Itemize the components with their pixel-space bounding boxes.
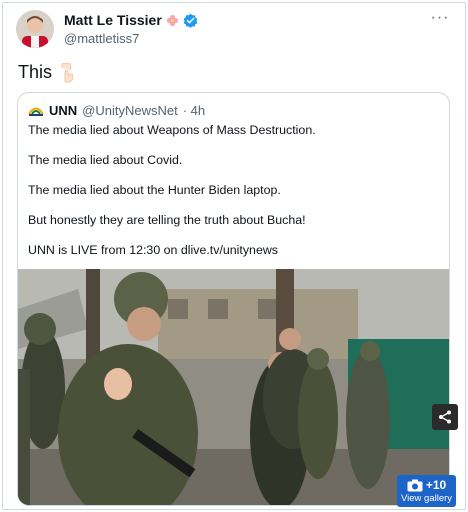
quote-body: The media lied about Weapons of Mass Des… [28, 123, 443, 273]
tweet-header: Matt Le Tissier @mattletiss7 ··· [16, 10, 456, 50]
quoted-tweet[interactable]: UNN @UnityNewsNet · 4h The media lied ab… [17, 92, 450, 506]
attached-photo[interactable] [18, 269, 449, 505]
verified-badge-icon [183, 13, 198, 28]
share-button[interactable] [432, 404, 458, 430]
gallery-count-row: +10 [397, 478, 456, 492]
user-handle[interactable]: @mattletiss7 [64, 31, 139, 46]
quote-author-handle[interactable]: @UnityNewsNet [82, 103, 178, 118]
display-name[interactable]: Matt Le Tissier [64, 12, 162, 28]
quote-line: But honestly they are telling the truth … [28, 213, 306, 227]
quote-timestamp[interactable]: · 4h [183, 103, 205, 118]
view-gallery-button[interactable]: +10 View gallery [397, 475, 456, 507]
quote-line: The media lied about Covid. [28, 153, 183, 167]
tweet-text-content: This [18, 62, 53, 82]
quote-author-name[interactable]: UNN [49, 103, 77, 118]
quote-header: UNN @UnityNewsNet · 4h [28, 103, 205, 118]
camera-icon [407, 479, 423, 491]
quote-line: The media lied about Weapons of Mass Des… [28, 123, 316, 137]
flower-icon [166, 14, 179, 27]
gallery-label: View gallery [400, 493, 453, 504]
tweet-text: This [18, 62, 76, 83]
more-options-icon[interactable]: ··· [430, 10, 450, 30]
unn-logo-icon [28, 105, 44, 117]
avatar[interactable] [16, 10, 54, 48]
quote-line: The media lied about the Hunter Biden la… [28, 183, 281, 197]
share-icon [439, 410, 451, 424]
quote-line: UNN is LIVE from 12:30 on dlive.tv/unity… [28, 243, 278, 257]
pointing-down-hand-icon [58, 62, 76, 83]
gallery-count: +10 [425, 478, 447, 492]
name-row: Matt Le Tissier [64, 12, 198, 28]
